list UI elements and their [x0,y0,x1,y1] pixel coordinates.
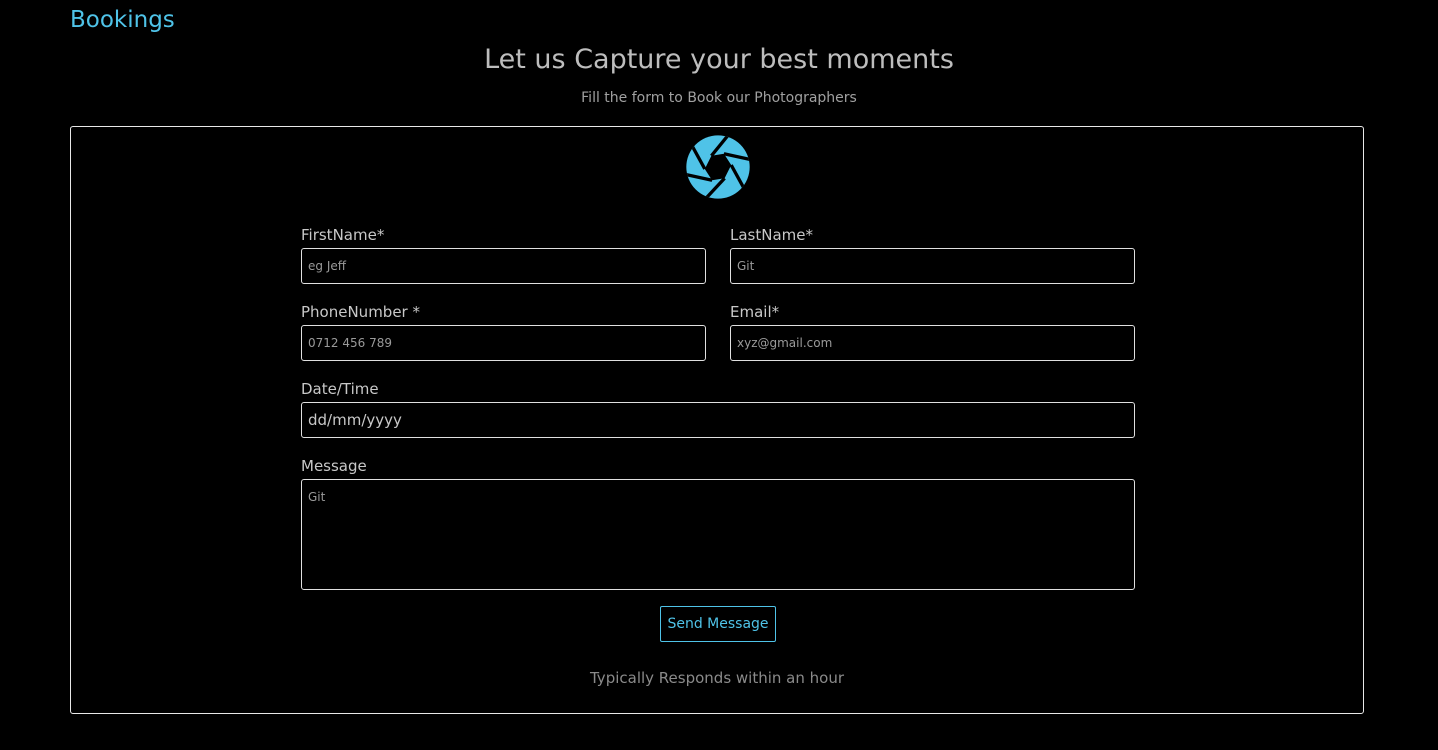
camera-aperture-icon [686,135,750,199]
first-name-input[interactable]: eg Jeff [301,248,706,284]
last-name-label: LastName* [730,226,813,244]
email-label: Email* [730,303,780,321]
response-time-note: Typically Responds within an hour [589,669,844,687]
send-message-button[interactable]: Send Message [660,606,776,642]
booking-form-card: FirstName* eg Jeff LastName* Git PhoneNu… [70,126,1364,714]
phone-input[interactable]: 0712 456 789 [301,325,706,361]
email-input[interactable]: xyz@gmail.com [730,325,1135,361]
first-name-label: FirstName* [301,226,385,244]
bookings-page: Bookings Let us Capture your best moment… [0,0,1438,750]
datetime-label: Date/Time [301,380,379,398]
message-textarea[interactable]: Git [301,479,1135,590]
datetime-input[interactable]: dd/mm/yyyy [301,402,1135,438]
last-name-input[interactable]: Git [730,248,1135,284]
message-label: Message [301,457,367,475]
section-title: Bookings [70,7,175,33]
phone-label: PhoneNumber * [301,303,420,321]
page-headline: Let us Capture your best moments [484,44,954,75]
page-subline: Fill the form to Book our Photographers [581,90,857,106]
